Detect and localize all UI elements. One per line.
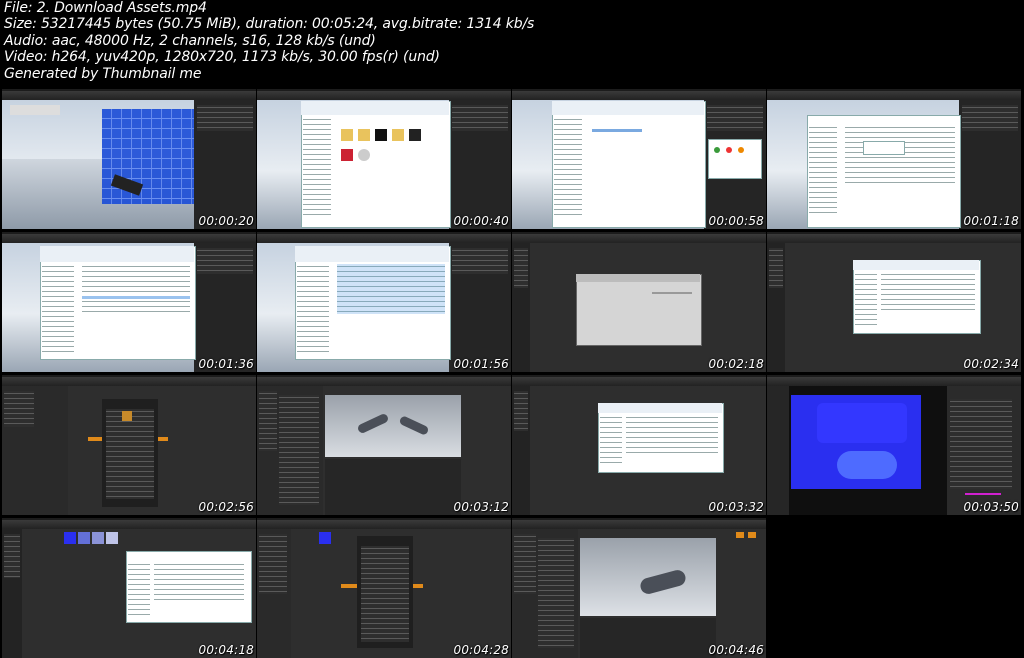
video-info-line: Video: h264, yuv420p, 1280x720, 1173 kb/… [4, 49, 440, 66]
thumbnail-10[interactable]: 00:03:12 [257, 375, 511, 515]
thumbnail-9[interactable]: 00:02:56 [2, 375, 256, 515]
thumbnail-15[interactable]: 00:04:46 [512, 518, 766, 658]
thumbnail-5[interactable]: 00:01:36 [2, 232, 256, 372]
timestamp: 00:01:18 [963, 214, 1019, 228]
audio-info-line: Audio: aac, 48000 Hz, 2 channels, s16, 1… [4, 32, 376, 49]
thumbnail-4[interactable]: 00:01:18 [767, 89, 1021, 229]
timestamp: 00:03:50 [963, 500, 1019, 514]
timestamp: 00:02:18 [708, 357, 764, 371]
thumbnail-12[interactable]: 00:03:50 [767, 375, 1021, 515]
timestamp: 00:04:18 [198, 643, 254, 657]
timestamp: 00:03:32 [708, 500, 764, 514]
thumbnail-13[interactable]: 00:04:18 [2, 518, 256, 658]
thumbnail-2[interactable]: 00:00:40 [257, 89, 511, 229]
timestamp: 00:02:34 [963, 357, 1019, 371]
thumbnail-8[interactable]: 00:02:34 [767, 232, 1021, 372]
generator-line: Generated by Thumbnail me [4, 65, 202, 82]
timestamp: 00:01:36 [198, 357, 254, 371]
timestamp: 00:00:40 [453, 214, 509, 228]
thumbnail-11[interactable]: 00:03:32 [512, 375, 766, 515]
timestamp: 00:03:12 [453, 500, 509, 514]
thumbnail-3[interactable]: 00:00:58 [512, 89, 766, 229]
video-info-header: File: 2. Download Assets.mp4 Size: 53217… [4, 0, 1020, 82]
file-name-line: File: 2. Download Assets.mp4 [4, 0, 207, 16]
timestamp: 00:00:58 [708, 214, 764, 228]
file-size-line: Size: 53217445 bytes (50.75 MiB), durati… [4, 16, 535, 33]
timestamp: 00:02:56 [198, 500, 254, 514]
thumbnail-7[interactable]: 00:02:18 [512, 232, 766, 372]
timestamp: 00:00:20 [198, 214, 254, 228]
thumbnail-6[interactable]: 00:01:56 [257, 232, 511, 372]
thumbnail-14[interactable]: 00:04:28 [257, 518, 511, 658]
timestamp: 00:04:46 [708, 643, 764, 657]
thumbnail-1[interactable]: 00:00:20 [2, 89, 256, 229]
timestamp: 00:04:28 [453, 643, 509, 657]
timestamp: 00:01:56 [453, 357, 509, 371]
thumbnail-grid: 00:00:20 00:00:40 00:00:58 00:01:18 00:0… [0, 87, 1024, 658]
